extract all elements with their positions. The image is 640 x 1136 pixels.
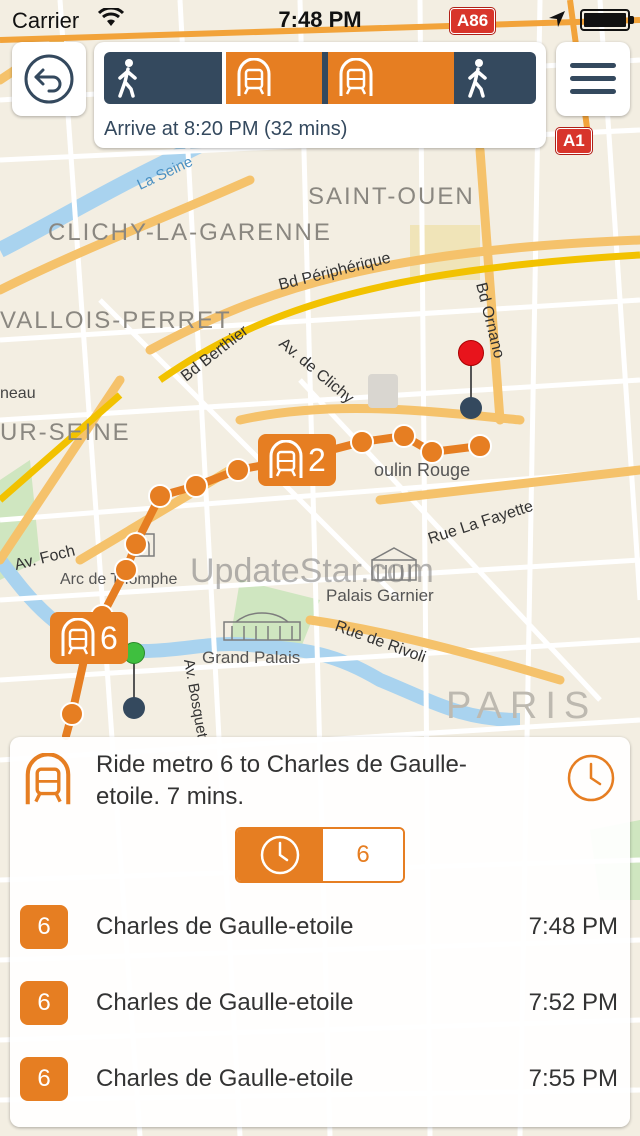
metro-stop	[392, 424, 416, 448]
arrival-time: Arrive at 8:20 PM (32 mins)	[104, 118, 348, 140]
departure-time: 7:55 PM	[528, 1065, 618, 1092]
metro-marker-line-6[interactable]: 6	[50, 612, 128, 664]
back-button[interactable]	[12, 42, 86, 116]
battery-icon	[580, 9, 634, 31]
walk-icon	[118, 59, 137, 98]
toggle-line[interactable]: 6	[323, 829, 403, 881]
metro-stop	[226, 458, 250, 482]
metro-stop	[114, 558, 138, 582]
hamburger-menu-icon	[570, 63, 616, 94]
view-toggle[interactable]: 6	[235, 827, 405, 883]
toggle-schedule[interactable]	[237, 829, 323, 881]
watermark: UpdateStar.com	[190, 552, 434, 590]
metro-stop	[124, 532, 148, 556]
metro-icon	[339, 58, 373, 96]
metro-icon	[25, 753, 71, 805]
clock-icon	[260, 835, 300, 875]
departure-station: Charles de Gaulle-etoile	[96, 989, 354, 1016]
metro-stop	[468, 434, 492, 458]
leg-metro	[226, 52, 322, 104]
walk-icon	[468, 59, 487, 98]
menu-button[interactable]	[556, 42, 630, 116]
map-label-clichy: CLICHY-LA-GARENNE	[48, 219, 332, 246]
line-badge: 6	[20, 981, 68, 1025]
origin-pin-base	[123, 697, 145, 719]
trip-legs-bar	[104, 52, 536, 104]
metro-icon	[269, 440, 303, 478]
step-detail-panel[interactable]: Ride metro 6 to Charles de Gaulle-etoile…	[10, 737, 630, 1127]
metro-stop	[60, 702, 84, 726]
map-label-seine-left: UR-SEINE	[0, 419, 131, 446]
departure-station: Charles de Gaulle-etoile	[96, 1065, 354, 1092]
leg-metro	[328, 52, 454, 104]
trip-summary-card[interactable]: Arrive at 8:20 PM (32 mins)	[94, 42, 546, 148]
departure-time: 7:48 PM	[528, 913, 618, 940]
clock-icon[interactable]	[566, 753, 616, 803]
map-label-paris: PARIS	[446, 685, 597, 727]
departure-time: 7:52 PM	[528, 989, 618, 1016]
map-label-saint-ouen: SAINT-OUEN	[308, 183, 475, 210]
metro-marker-line-2[interactable]: 2	[258, 434, 336, 486]
line-badge: 6	[20, 905, 68, 949]
departure-row[interactable]: 6 Charles de Gaulle-etoile 7:48 PM	[10, 889, 630, 965]
metro-marker-line-number: 2	[308, 441, 326, 478]
metro-stop	[350, 430, 374, 454]
leg-walk	[104, 52, 222, 104]
back-arrow-icon	[24, 54, 74, 104]
status-time: 7:48 PM	[278, 7, 362, 32]
location-arrow-icon	[549, 11, 565, 27]
map-label-grand-palais: Grand Palais	[202, 648, 300, 667]
status-bar: Carrier 7:48 PM	[0, 0, 640, 40]
metro-marker-line-number: 6	[100, 619, 118, 656]
metro-icon	[61, 618, 95, 656]
departure-station: Charles de Gaulle-etoile	[96, 913, 354, 940]
leg-walk	[454, 52, 536, 104]
map-label-levallois: VALLOIS-PERRET	[0, 307, 232, 334]
destination-pin[interactable]	[458, 340, 484, 366]
metro-icon	[237, 58, 271, 96]
metro-stop	[148, 484, 172, 508]
landmark-sacre-coeur	[368, 374, 398, 408]
map-label-neau: neau	[0, 385, 36, 402]
metro-stop	[420, 440, 444, 464]
step-instruction: Ride metro 6 to Charles de Gaulle-etoile…	[96, 751, 467, 810]
departure-row[interactable]: 6 Charles de Gaulle-etoile 7:55 PM	[10, 1041, 630, 1117]
metro-stop	[184, 474, 208, 498]
departure-row[interactable]: 6 Charles de Gaulle-etoile 7:52 PM	[10, 965, 630, 1041]
line-badge: 6	[20, 1057, 68, 1101]
map-label-moulin-rouge: oulin Rouge	[374, 460, 470, 480]
departures-list: 6 Charles de Gaulle-etoile 7:48 PM 6 Cha…	[10, 889, 630, 1117]
road-badge-a1: A1	[556, 128, 592, 154]
destination-pin-base	[460, 397, 482, 419]
